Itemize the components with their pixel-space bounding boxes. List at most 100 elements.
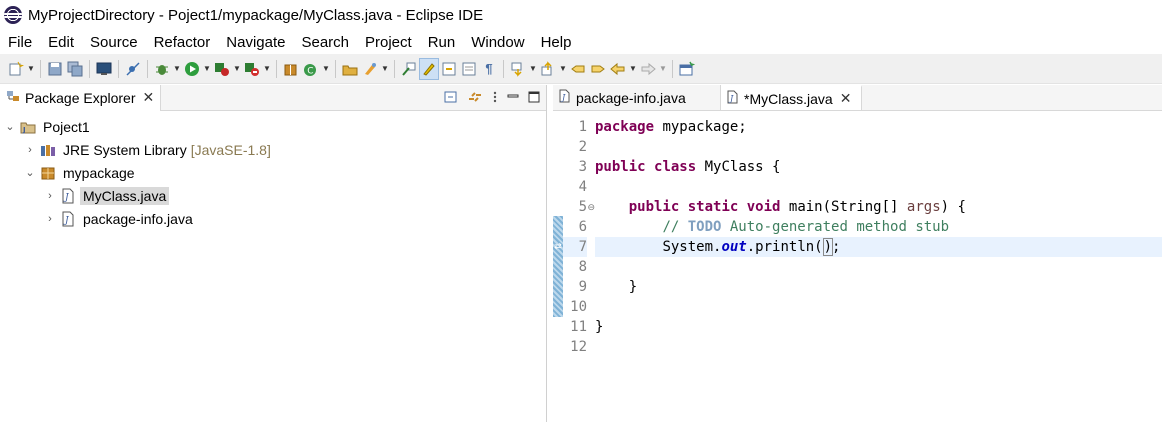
window-title: MyProjectDirectory - Poject1/mypackage/M… xyxy=(28,6,484,24)
terminal-icon[interactable] xyxy=(94,58,114,80)
chevron-down-icon[interactable]: ⌄ xyxy=(23,166,37,179)
search-dropdown-chevron-down-icon[interactable]: ▼ xyxy=(380,58,390,80)
code-area[interactable]: ⇄ 1 2 3 4 5 ⊖ 6 7 8 9 10 11 12 package m… xyxy=(553,111,1162,422)
code-line-11[interactable]: } xyxy=(595,317,1162,337)
menu-navigate[interactable]: Navigate xyxy=(218,34,293,51)
code-text: System. xyxy=(662,239,722,255)
package-explorer-icon xyxy=(6,89,20,106)
code-line-1[interactable]: package mypackage; xyxy=(595,117,1162,137)
save-all-icon[interactable] xyxy=(65,58,85,80)
debug-dropdown-chevron-down-icon[interactable]: ▼ xyxy=(172,58,182,80)
forward-dropdown-chevron-down-icon[interactable]: ▼ xyxy=(658,58,668,80)
package-explorer-tab-label: Package Explorer xyxy=(25,89,136,106)
new-class-dropdown-chevron-down-icon[interactable]: ▼ xyxy=(321,58,331,80)
tab-package-info[interactable]: J package-info.java xyxy=(553,85,721,110)
tree-item-myclass[interactable]: › J MyClass.java xyxy=(0,184,546,207)
minimize-icon[interactable] xyxy=(507,91,519,106)
back-icon[interactable] xyxy=(608,58,628,80)
coverage-dropdown-chevron-down-icon[interactable]: ▼ xyxy=(232,58,242,80)
toggle-block-selection-icon[interactable] xyxy=(439,58,459,80)
next-annotation-icon[interactable] xyxy=(508,58,528,80)
code-line-7-current[interactable]: System.out.println(); xyxy=(595,237,1162,257)
last-edit-location-icon[interactable] xyxy=(568,58,588,80)
package-explorer-view: Package Explorer ✕ ⌄ J Poject1 › JRE Sys… xyxy=(0,84,547,422)
coverage-icon[interactable] xyxy=(212,58,232,80)
code-line-6[interactable]: // TODO Auto-generated method stub xyxy=(595,217,1162,237)
menu-source[interactable]: Source xyxy=(82,34,146,51)
matching-bracket: ) xyxy=(822,238,834,256)
fold-minus-icon[interactable]: ⊖ xyxy=(587,197,595,217)
quick-diff-mark-icon: ⇄ xyxy=(554,241,562,251)
line-number: 8 xyxy=(578,259,587,275)
menu-search[interactable]: Search xyxy=(293,34,357,51)
previous-annotation-icon[interactable] xyxy=(538,58,558,80)
toggle-mark-occurrences-icon[interactable] xyxy=(399,58,419,80)
line-number: 1 xyxy=(578,119,587,135)
close-icon[interactable]: ✕ xyxy=(143,89,155,106)
tree-item-package[interactable]: ⌄ mypackage xyxy=(0,161,546,184)
run-dropdown-chevron-down-icon[interactable]: ▼ xyxy=(202,58,212,80)
save-icon[interactable] xyxy=(45,58,65,80)
tree-item-jre-library[interactable]: › JRE System Library [JavaSE-1.8] xyxy=(0,138,546,161)
todo-tag: TODO xyxy=(687,219,722,235)
open-type-icon[interactable] xyxy=(340,58,360,80)
pin-editor-icon[interactable] xyxy=(677,58,697,80)
svg-text:C: C xyxy=(307,66,313,76)
tab-myclass[interactable]: J *MyClass.java ✕ xyxy=(721,85,863,110)
code-line-9[interactable]: } xyxy=(595,277,1162,297)
back-history-icon[interactable] xyxy=(588,58,608,80)
code-line-3[interactable]: public class MyClass { xyxy=(595,157,1162,177)
menu-help[interactable]: Help xyxy=(533,34,580,51)
show-whitespace-icon[interactable] xyxy=(459,58,479,80)
line-number: 12 xyxy=(570,339,587,355)
line-number: 4 xyxy=(578,179,587,195)
run-icon[interactable] xyxy=(182,58,202,80)
tree-label-package-info: package-info.java xyxy=(83,210,193,227)
code-text: .println( xyxy=(746,239,823,255)
line-number: 10 xyxy=(570,299,587,315)
line-number: 6 xyxy=(578,219,587,235)
package-explorer-view-tools xyxy=(444,85,540,111)
menu-run[interactable]: Run xyxy=(420,34,464,51)
line-number: 2 xyxy=(578,139,587,155)
jre-library-name: JRE System Library xyxy=(63,141,187,158)
link-with-editor-icon[interactable] xyxy=(467,90,483,107)
new-java-class-icon[interactable]: C xyxy=(301,58,321,80)
tab-package-explorer[interactable]: Package Explorer ✕ xyxy=(0,84,162,111)
line-number: 3 xyxy=(578,159,587,175)
maximize-icon[interactable] xyxy=(528,91,540,106)
menu-refactor[interactable]: Refactor xyxy=(146,34,219,51)
menu-edit[interactable]: Edit xyxy=(40,34,82,51)
chevron-right-icon[interactable]: › xyxy=(23,144,37,156)
code-line-5[interactable]: public static void main(String[] args) { xyxy=(595,197,1162,217)
debug-icon[interactable] xyxy=(152,58,172,80)
view-menu-icon[interactable] xyxy=(492,90,498,107)
skip-breakpoints-icon[interactable] xyxy=(123,58,143,80)
search-icon[interactable] xyxy=(360,58,380,80)
keyword: class xyxy=(654,159,697,175)
next-annotation-dropdown-chevron-down-icon[interactable]: ▼ xyxy=(528,58,538,80)
menu-window[interactable]: Window xyxy=(463,34,532,51)
external-tools-dropdown-chevron-down-icon[interactable]: ▼ xyxy=(262,58,272,80)
tree-item-package-info[interactable]: › J package-info.java xyxy=(0,207,546,230)
external-tools-icon[interactable] xyxy=(242,58,262,80)
tree-item-project[interactable]: ⌄ J Poject1 xyxy=(0,115,546,138)
comment: Auto-generated method stub xyxy=(721,219,950,235)
chevron-down-icon[interactable]: ⌄ xyxy=(3,120,17,133)
back-dropdown-chevron-down-icon[interactable]: ▼ xyxy=(628,58,638,80)
close-icon[interactable]: ✕ xyxy=(840,90,852,107)
chevron-right-icon[interactable]: › xyxy=(43,190,57,202)
line-number: 11 xyxy=(570,319,587,335)
keyword: void xyxy=(746,199,781,215)
toggle-highlight-icon[interactable] xyxy=(419,57,439,80)
menu-project[interactable]: Project xyxy=(357,34,420,51)
new-java-package-icon[interactable] xyxy=(281,58,301,80)
new-icon[interactable] xyxy=(6,58,26,80)
forward-icon[interactable] xyxy=(638,58,658,80)
paragraph-icon[interactable]: ¶ xyxy=(479,58,499,80)
chevron-right-icon[interactable]: › xyxy=(43,213,57,225)
previous-annotation-dropdown-chevron-down-icon[interactable]: ▼ xyxy=(558,58,568,80)
new-dropdown-chevron-down-icon[interactable]: ▼ xyxy=(26,58,36,80)
menu-file[interactable]: File xyxy=(0,34,40,51)
collapse-all-icon[interactable] xyxy=(444,90,458,107)
